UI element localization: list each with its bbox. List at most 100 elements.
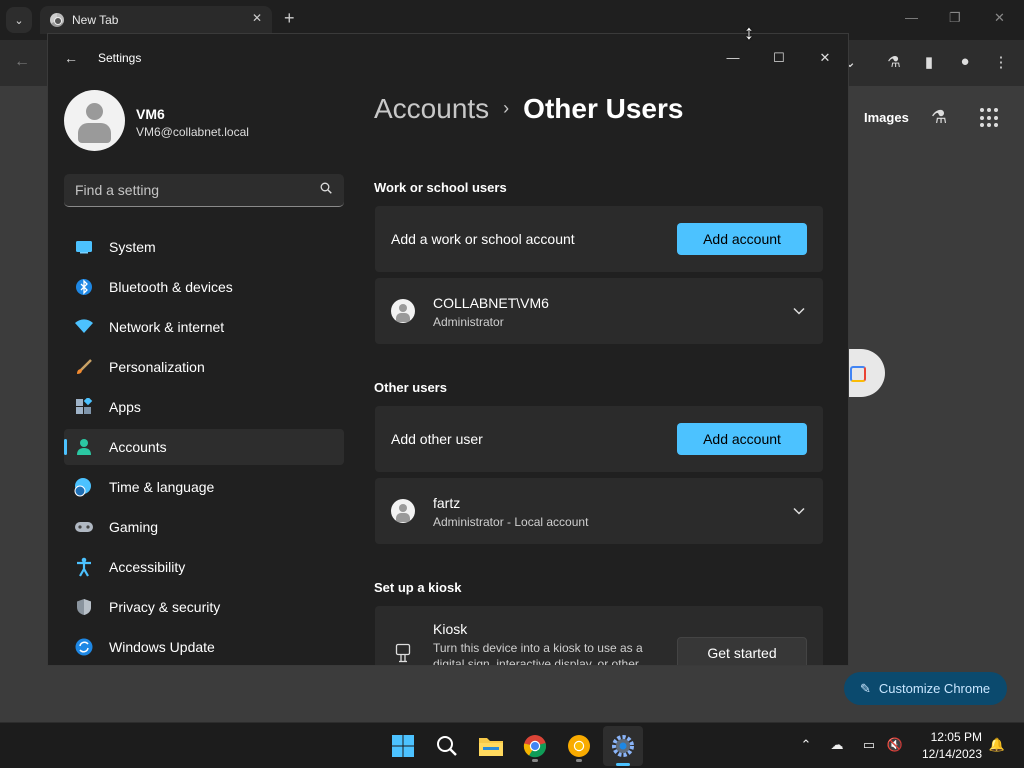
chrome-back-icon[interactable]: ←	[14, 53, 30, 71]
kiosk-description: Turn this device into a kiosk to use as …	[433, 641, 643, 666]
resize-cursor-icon: ↕	[744, 22, 754, 44]
work-user-name: COLLABNET\VM6	[433, 295, 549, 311]
close-icon[interactable]: ✕	[810, 43, 840, 73]
other-user-name: fartz	[433, 495, 461, 511]
volume-muted-icon[interactable]: 🔇	[886, 737, 904, 755]
settings-gear-icon	[612, 735, 634, 757]
sidebar-item-label: Accounts	[109, 439, 167, 455]
add-work-account-button[interactable]: Add account	[677, 223, 807, 255]
chrome-taskbar-button[interactable]	[520, 731, 550, 762]
sidebar-item-gaming[interactable]: Gaming	[64, 509, 344, 545]
add-other-user-text: Add other user	[391, 431, 483, 447]
breadcrumb-accounts[interactable]: Accounts	[374, 93, 489, 124]
google-apps-icon[interactable]	[980, 108, 1000, 128]
labs-flask-icon[interactable]: ⚗	[885, 53, 903, 71]
gamepad-icon	[74, 517, 94, 537]
taskbar: ⌃ ☁ ▭ 🔇 12:05 PM 12/14/2023 🔔	[0, 722, 1024, 768]
sidebar-item-label: Accessibility	[109, 559, 186, 575]
sidebar-item-network-internet[interactable]: Network & internet	[64, 309, 344, 345]
maximize-icon[interactable]: ☐	[764, 43, 794, 73]
sidebar-item-label: Gaming	[109, 519, 159, 535]
breadcrumb-separator: ›	[503, 98, 510, 118]
sidebar-item-bluetooth-devices[interactable]: Bluetooth & devices	[64, 269, 344, 305]
sidebar-item-personalization[interactable]: Personalization	[64, 349, 344, 385]
minimize-icon[interactable]: —	[718, 43, 748, 73]
sidebar-item-label: Privacy & security	[109, 599, 221, 615]
add-work-account-card: Add a work or school account Add account	[375, 206, 823, 272]
show-hidden-icons-icon[interactable]: ⌃	[797, 737, 815, 755]
kiosk-section-title: Set up a kiosk	[374, 580, 462, 595]
other-user-card[interactable]: fartz Administrator - Local account	[375, 478, 823, 544]
kiosk-title: Kiosk	[433, 621, 468, 637]
pencil-icon: ✎	[860, 680, 871, 696]
add-work-account-text: Add a work or school account	[391, 231, 575, 247]
tab-search-button[interactable]: ⌄	[6, 7, 32, 33]
work-user-role: Administrator	[433, 315, 504, 329]
windows-logo-icon	[392, 735, 414, 757]
chevron-down-icon[interactable]	[793, 505, 805, 517]
chrome-canary-taskbar-button[interactable]	[564, 731, 594, 762]
start-button[interactable]	[388, 731, 418, 761]
window-title: Settings	[98, 51, 142, 65]
side-panel-icon[interactable]: ▮	[920, 53, 938, 71]
globe-clock-icon	[74, 477, 94, 497]
add-other-user-button[interactable]: Add account	[677, 423, 807, 455]
work-user-card[interactable]: COLLABNET\VM6 Administrator	[375, 278, 823, 344]
chrome-tab[interactable]: New Tab ✕	[40, 6, 272, 34]
sidebar-item-system[interactable]: System	[64, 229, 344, 265]
system-icon	[74, 237, 94, 257]
kiosk-icon	[395, 643, 411, 663]
network-icon[interactable]: ▭	[860, 737, 878, 755]
sidebar-item-privacy-security[interactable]: Privacy & security	[64, 589, 344, 625]
profile-name: VM6	[136, 106, 165, 122]
settings-search[interactable]	[64, 174, 344, 207]
tab-close-icon[interactable]: ✕	[252, 11, 262, 25]
file-explorer-button[interactable]	[476, 731, 506, 761]
settings-titlebar: ← Settings — ☐ ✕	[48, 34, 848, 82]
kiosk-card: Kiosk Turn this device into a kiosk to u…	[375, 606, 823, 666]
chrome-close-icon[interactable]: ✕	[994, 10, 1005, 26]
new-tab-button[interactable]: +	[284, 8, 295, 29]
clock[interactable]: 12:05 PM 12/14/2023	[912, 730, 982, 761]
sidebar-item-accessibility[interactable]: Accessibility	[64, 549, 344, 585]
back-arrow-icon[interactable]: ←	[64, 50, 78, 66]
accounts-icon	[74, 437, 94, 457]
get-started-button[interactable]: Get started	[677, 637, 807, 665]
chrome-menu-icon[interactable]: ⋮	[992, 53, 1010, 71]
other-user-role: Administrator - Local account	[433, 515, 589, 529]
shield-icon	[74, 597, 94, 617]
chrome-icon	[523, 735, 547, 758]
folder-icon	[479, 738, 503, 756]
chrome-minimize-icon[interactable]: —	[905, 10, 918, 25]
other-users-section-title: Other users	[374, 380, 447, 395]
chrome-favicon-icon	[50, 13, 64, 27]
chrome-canary-icon	[568, 735, 590, 757]
settings-taskbar-button[interactable]	[603, 726, 643, 766]
search-input[interactable]	[64, 174, 344, 206]
search-labs-icon[interactable]: ⚗	[931, 107, 947, 128]
notification-bell-icon[interactable]: 🔔	[988, 737, 1006, 755]
onedrive-icon[interactable]: ☁	[828, 737, 846, 755]
profile-icon[interactable]: ●	[956, 53, 974, 71]
sidebar-item-label: Apps	[109, 399, 141, 415]
chevron-down-icon[interactable]	[793, 305, 805, 317]
user-avatar	[391, 299, 415, 323]
sidebar-item-label: System	[109, 239, 156, 255]
avatar	[64, 90, 125, 151]
wifi-icon	[74, 317, 94, 337]
customize-chrome-button[interactable]: ✎ Customize Chrome	[844, 672, 1007, 705]
sidebar-item-windows-update[interactable]: Windows Update	[64, 629, 344, 665]
user-avatar	[391, 499, 415, 523]
chrome-restore-icon[interactable]: ❐	[949, 10, 961, 26]
search-icon	[437, 736, 457, 756]
page-title: Other Users	[523, 93, 684, 124]
accessibility-icon	[74, 557, 94, 577]
images-link[interactable]: Images	[864, 110, 909, 125]
sidebar-item-accounts[interactable]: Accounts	[64, 429, 344, 465]
add-other-user-card: Add other user Add account	[375, 406, 823, 472]
taskbar-search-button[interactable]	[432, 731, 462, 761]
sidebar-item-time-language[interactable]: Time & language	[64, 469, 344, 505]
sidebar-item-label: Network & internet	[109, 319, 225, 335]
sidebar-item-apps[interactable]: Apps	[64, 389, 344, 425]
update-icon	[74, 637, 94, 657]
